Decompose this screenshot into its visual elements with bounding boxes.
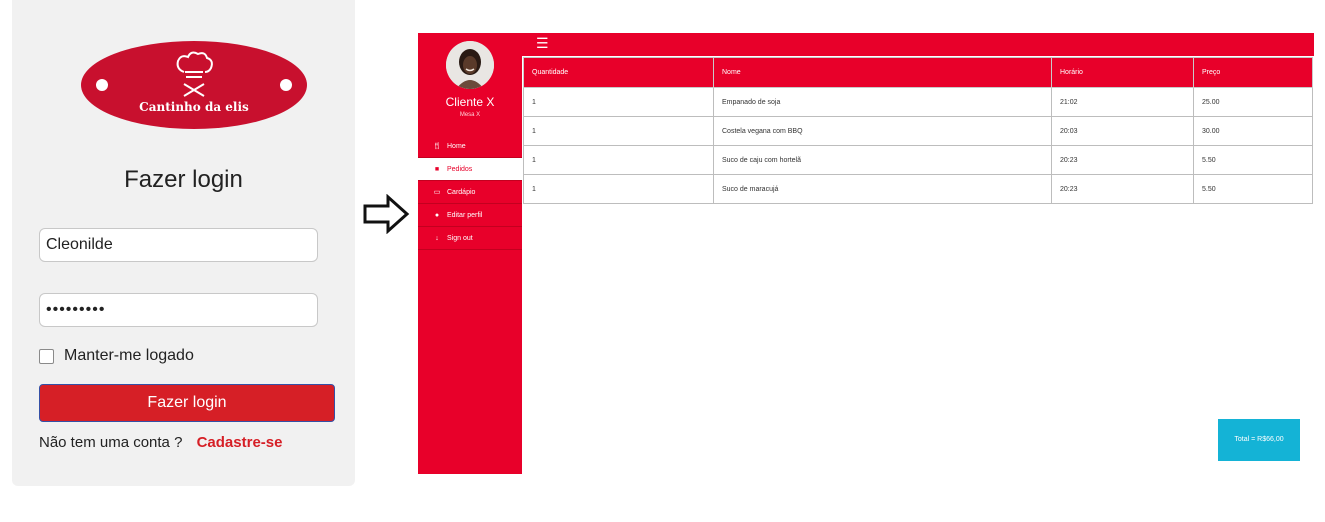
sidebar-item-label: Sign out	[447, 234, 473, 242]
table-row[interactable]: 1 Costela vegana com BBQ 20:03 30.00	[523, 116, 1313, 146]
logo-text: Cantinho da elis	[139, 100, 249, 114]
right-arrow-icon	[363, 194, 410, 234]
table-header-row: Quantidade Nome Horário Preço	[523, 57, 1313, 88]
sidebar-item-label: Editar perfil	[447, 211, 483, 219]
remember-me[interactable]: Manter-me logado	[39, 347, 194, 365]
column-header[interactable]: Horário	[1051, 57, 1194, 88]
monitor-icon: ▭	[433, 189, 441, 196]
name-cell: Costela vegana com BBQ	[713, 116, 1052, 146]
column-header[interactable]: Quantidade	[523, 57, 714, 88]
avatar[interactable]	[446, 41, 494, 89]
time-cell: 21:02	[1051, 87, 1194, 117]
hamburger-menu-icon[interactable]: ☰	[536, 36, 549, 50]
price-cell: 5.50	[1193, 174, 1313, 204]
sidebar-nav: 🍴︎ Home ■ Pedidos ▭ Cardápio ● Editar pe…	[418, 135, 522, 250]
orders-app: Cliente X Mesa X 🍴︎ Home ■ Pedidos ▭ Car…	[418, 33, 1314, 474]
user-icon: ●	[434, 211, 440, 219]
time-cell: 20:03	[1051, 116, 1194, 146]
password-input[interactable]: •••••••••	[39, 293, 318, 327]
login-title: Fazer login	[124, 166, 243, 193]
column-header[interactable]: Nome	[713, 57, 1052, 88]
sidebar-item-label: Home	[447, 142, 466, 150]
name-cell: Empanado de soja	[713, 87, 1052, 117]
orders-icon: ■	[434, 165, 440, 173]
username-input[interactable]: Cleonilde	[39, 228, 318, 262]
sidebar-item-cardapio[interactable]: ▭ Cardápio	[418, 181, 522, 204]
orders-table: Quantidade Nome Horário Preço 1 Empanado…	[523, 57, 1313, 204]
time-cell: 20:23	[1051, 145, 1194, 175]
top-bar: ☰	[522, 33, 1314, 56]
avatar-image	[446, 41, 494, 89]
table-row[interactable]: 1 Suco de maracujá 20:23 5.50	[523, 174, 1313, 204]
quantity-cell: 1	[523, 174, 714, 204]
remember-me-label: Manter-me logado	[64, 347, 194, 364]
sidebar-item-label: Pedidos	[447, 165, 473, 173]
sidebar: Cliente X Mesa X 🍴︎ Home ■ Pedidos ▭ Car…	[418, 33, 522, 474]
arrow-down-icon: ↓	[435, 234, 439, 242]
login-button[interactable]: Fazer login	[39, 384, 335, 422]
name-cell: Suco de caju com hortelã	[713, 145, 1052, 175]
price-cell: 30.00	[1193, 116, 1313, 146]
price-cell: 25.00	[1193, 87, 1313, 117]
sidebar-item-home[interactable]: 🍴︎ Home	[418, 135, 522, 158]
sidebar-item-editar-perfil[interactable]: ● Editar perfil	[418, 204, 522, 227]
no-account-text: Não tem uma conta ?	[39, 434, 183, 451]
remember-me-checkbox[interactable]	[39, 348, 54, 364]
quantity-cell: 1	[523, 116, 714, 146]
quantity-cell: 1	[523, 87, 714, 117]
quantity-cell: 1	[523, 145, 714, 175]
time-cell: 20:23	[1051, 174, 1194, 204]
price-cell: 5.50	[1193, 145, 1313, 175]
column-header[interactable]: Preço	[1193, 57, 1313, 88]
login-card: Cantinho da elis Fazer login Cleonilde •…	[12, 0, 355, 486]
sidebar-item-pedidos[interactable]: ■ Pedidos	[418, 158, 522, 181]
signup-row: Não tem uma conta ? Cadastre-se	[39, 434, 282, 451]
total-button[interactable]: Total = R$66,00	[1218, 419, 1300, 461]
table-label: Mesa X	[459, 112, 481, 118]
sidebar-item-sign-out[interactable]: ↓ Sign out	[418, 227, 522, 250]
table-row[interactable]: 1 Suco de caju com hortelã 20:23 5.50	[523, 145, 1313, 175]
utensils-icon: 🍴︎	[432, 143, 442, 150]
table-row[interactable]: 1 Empanado de soja 21:02 25.00	[523, 87, 1313, 117]
client-name: Cliente X	[445, 95, 495, 109]
name-cell: Suco de maracujá	[713, 174, 1052, 204]
signup-link[interactable]: Cadastre-se	[197, 434, 283, 451]
restaurant-logo: Cantinho da elis	[81, 41, 307, 129]
sidebar-item-label: Cardápio	[447, 188, 476, 196]
